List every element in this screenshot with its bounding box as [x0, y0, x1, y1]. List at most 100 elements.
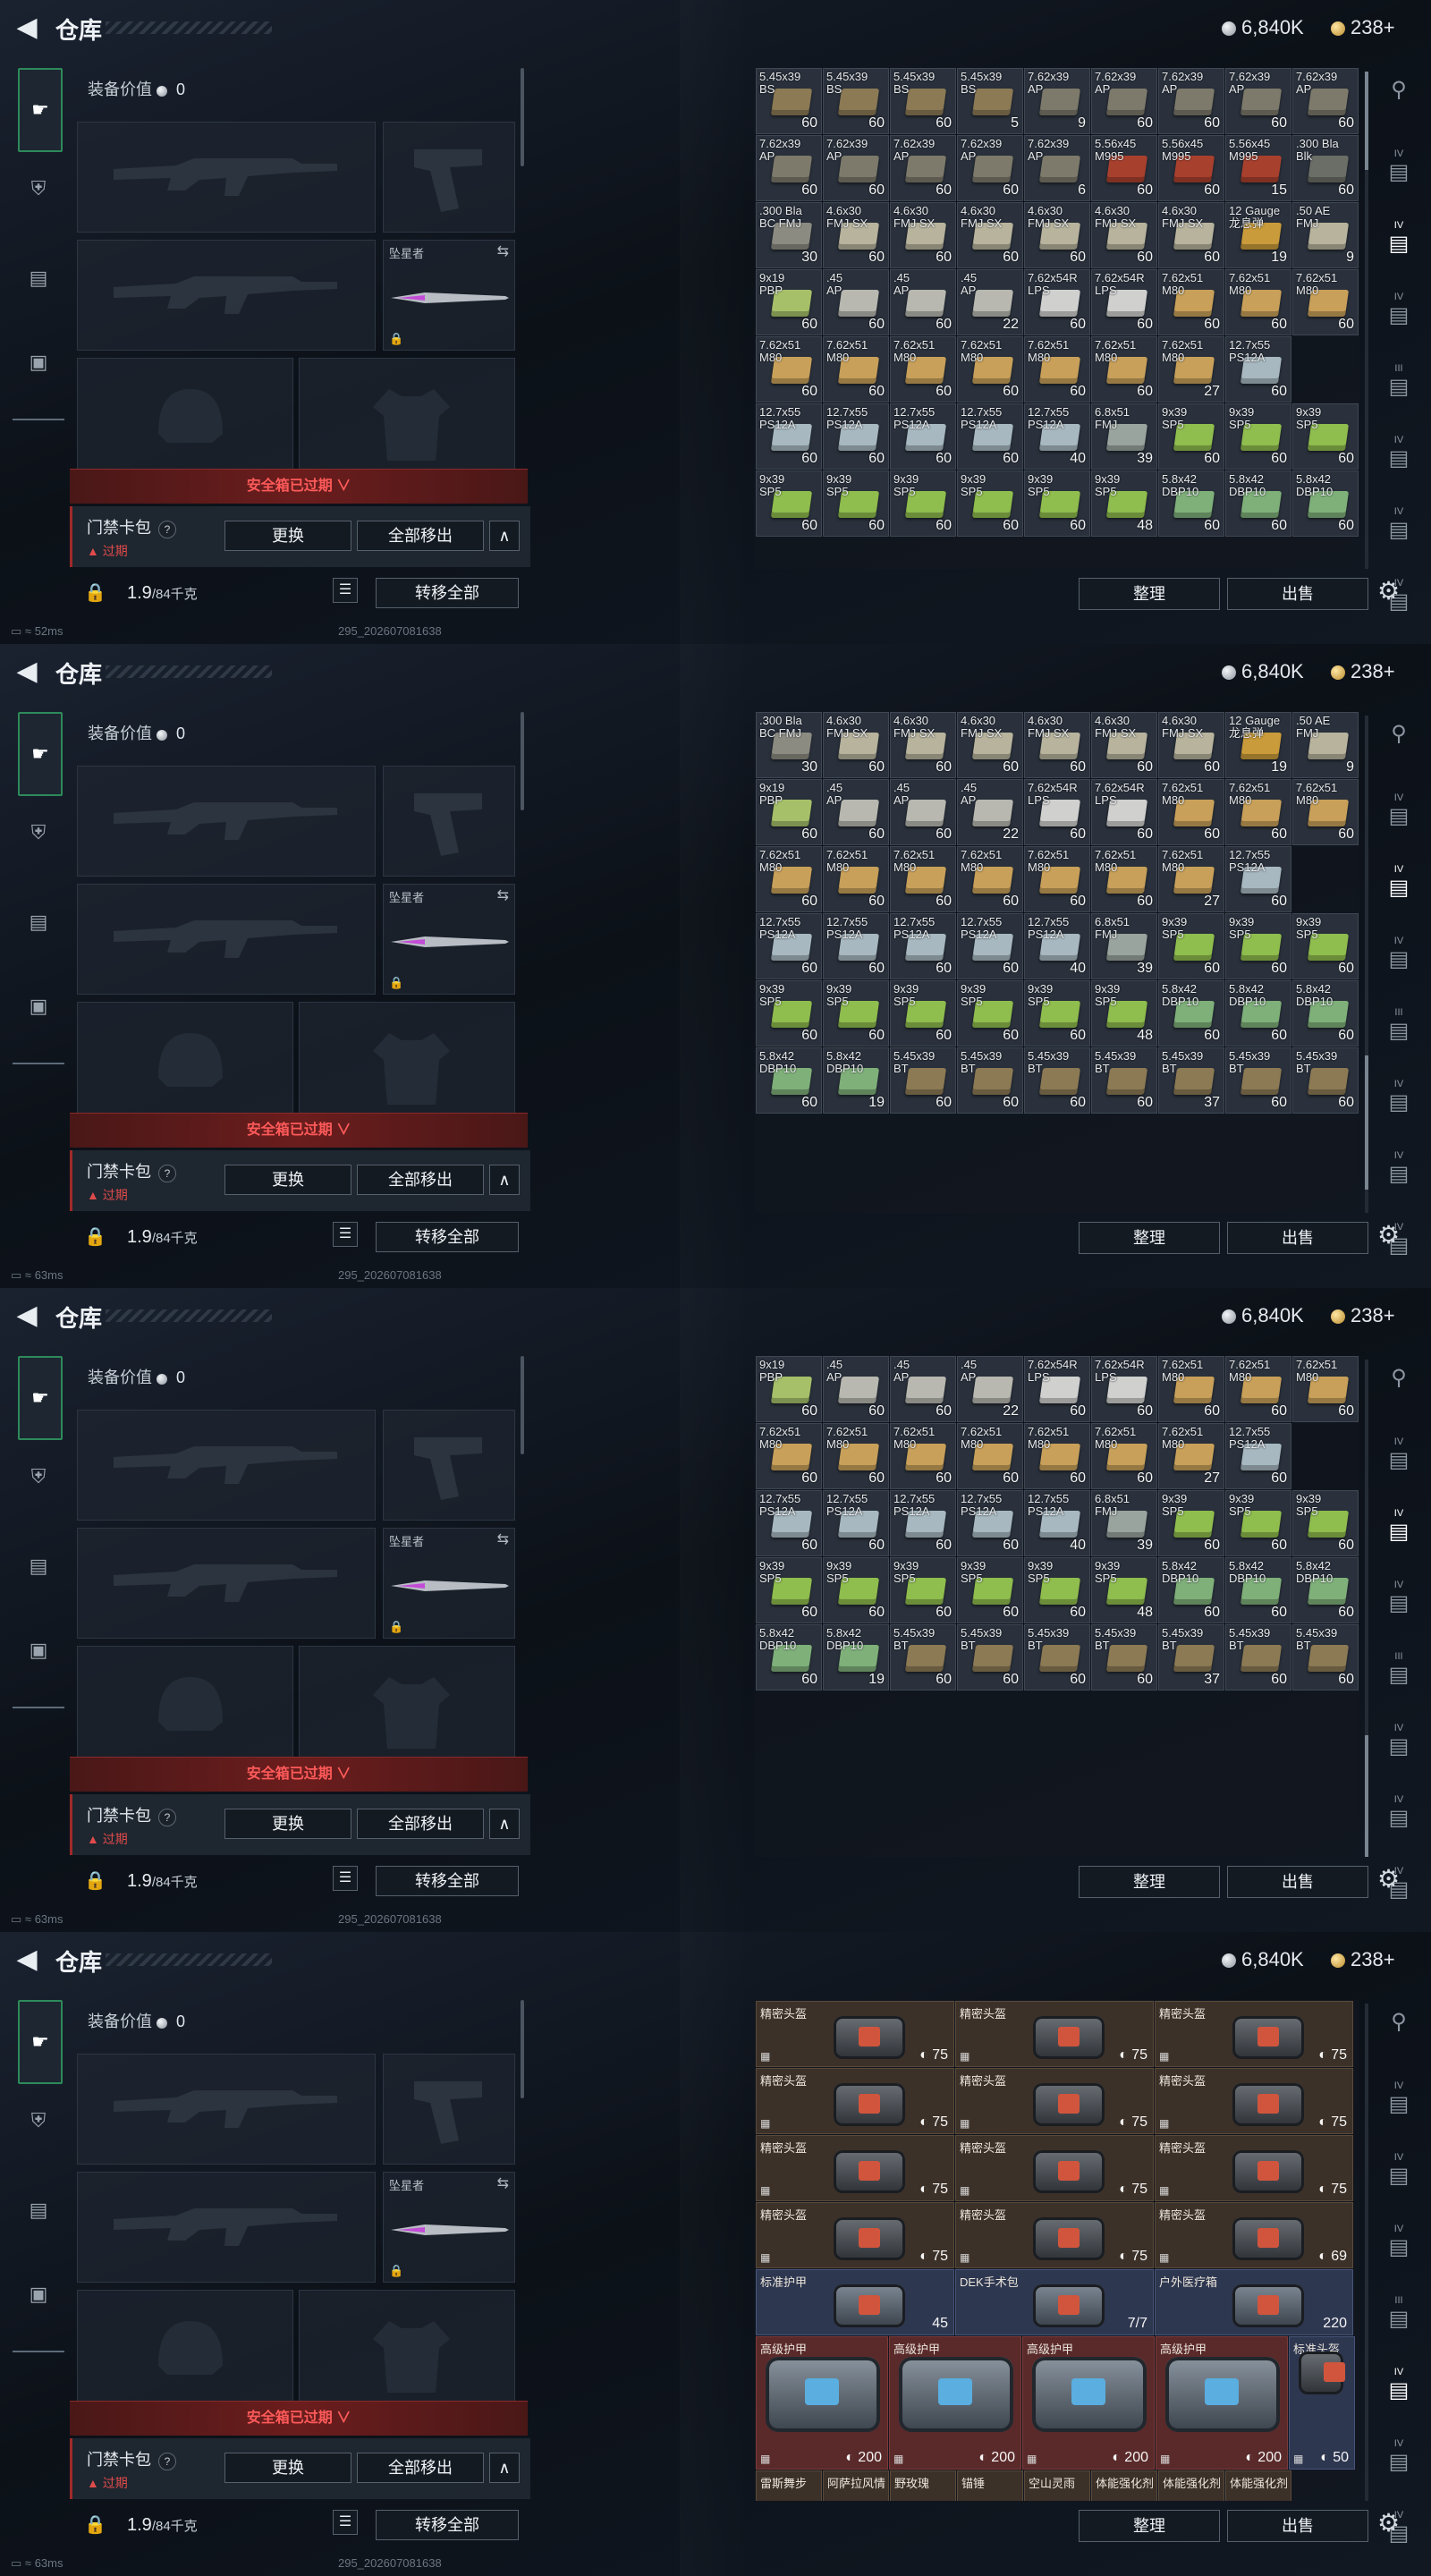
primary-weapon-slot[interactable] — [77, 122, 376, 233]
storage-page-tab[interactable]: IV ▤ — [1379, 1723, 1418, 1762]
consumable-item[interactable]: 阿萨拉风情 — [823, 2470, 889, 2501]
storage-page-tab[interactable]: IV ▤ — [1379, 1580, 1418, 1619]
ammo-item[interactable]: 7.62x54R LPS 60 — [1024, 1356, 1090, 1422]
ammo-item[interactable]: .45 AP 60 — [823, 269, 889, 335]
ammo-item[interactable]: 5.56x45 M995 60 — [1158, 135, 1224, 201]
briefcase-icon[interactable]: ▣ — [18, 986, 59, 1027]
ammo-item[interactable]: 5.45x39 BS 60 — [756, 68, 822, 134]
ammo-item[interactable]: 7.62x51 M80 60 — [890, 1423, 956, 1489]
ammo-item[interactable]: 5.8x42 DBP10 60 — [1292, 470, 1359, 537]
sort-button[interactable]: 整理 — [1079, 2510, 1220, 2542]
chevron-up-icon[interactable]: ∧ — [489, 521, 520, 551]
helmet-item[interactable]: 精密头盔 ▦ ◐ 75 — [955, 2068, 1154, 2134]
consumable-item[interactable]: 锚锤 — [957, 2470, 1023, 2501]
storage-page-tab[interactable]: III ▤ — [1379, 1007, 1418, 1046]
swap-button[interactable]: 更换 — [224, 2453, 351, 2483]
ammo-item[interactable]: 12.7x55 PS12A 60 — [1225, 336, 1291, 402]
storage-page-tab[interactable]: IV ▤ — [1379, 506, 1418, 546]
ammo-item[interactable]: 7.62x51 M80 60 — [823, 846, 889, 912]
ammo-item[interactable]: .45 AP 22 — [957, 269, 1023, 335]
melee-slot[interactable]: 坠星者 ⇆ 🔒 — [383, 2172, 515, 2283]
sidearm-slot[interactable] — [383, 122, 515, 233]
clipboard-icon[interactable]: ▤ — [18, 2190, 59, 2231]
melee-slot[interactable]: 坠星者 ⇆ 🔒 — [383, 884, 515, 995]
ammo-item[interactable]: 9x39 SP5 60 — [1158, 403, 1224, 470]
ammo-item[interactable]: 9x39 SP5 60 — [890, 470, 956, 537]
primary-weapon-slot[interactable] — [77, 766, 376, 877]
ammo-item[interactable]: 7.62x51 M80 60 — [1091, 846, 1157, 912]
ammo-item[interactable]: 9x19 PBP 60 — [756, 1356, 822, 1422]
ammo-item[interactable]: 9x39 SP5 60 — [756, 470, 822, 537]
ammo-item[interactable]: 7.62x51 M80 60 — [1225, 269, 1291, 335]
storage-page-tab[interactable]: IV ▤ — [1379, 2080, 1418, 2120]
ammo-item[interactable]: 7.62x51 M80 60 — [1292, 1356, 1359, 1422]
ammo-item[interactable]: 7.62x51 M80 27 — [1158, 846, 1224, 912]
swap-arrows-icon[interactable]: ⇆ — [497, 886, 509, 904]
ammo-item[interactable]: 6.8x51 FMJ 39 — [1091, 403, 1157, 470]
helmet-item[interactable]: 精密头盔 ▦ ◐ 75 — [756, 2001, 954, 2067]
storage-page-tab[interactable]: IV ▤ — [1379, 1508, 1418, 1547]
ammo-item[interactable]: 9x39 SP5 60 — [957, 470, 1023, 537]
primary-weapon-slot[interactable] — [77, 2054, 376, 2165]
storage-grid[interactable]: 5.45x39 BS605.45x39 BS605.45x39 BS605.45… — [755, 1356, 1359, 1857]
clipboard-icon[interactable]: ▤ — [18, 1546, 59, 1587]
gold-currency[interactable]: 238+ — [1331, 660, 1395, 683]
ammo-item[interactable]: 7.62x51 M80 60 — [1024, 1423, 1090, 1489]
helmet-item[interactable]: 精密头盔 ▦ ◐ 75 — [955, 2135, 1154, 2201]
helmet-item[interactable]: 精密头盔 ▦ ◐ 75 — [756, 2068, 954, 2134]
list-icon[interactable]: ☰ — [333, 578, 358, 603]
ammo-item[interactable]: 9x39 SP5 60 — [1225, 913, 1291, 979]
ammo-item[interactable]: 7.62x54R LPS 60 — [1024, 269, 1090, 335]
ammo-item[interactable]: 7.62x51 M80 60 — [1024, 846, 1090, 912]
ammo-item[interactable]: 5.45x39 BT 60 — [1091, 1624, 1157, 1690]
ammo-item[interactable]: 4.6x30 FMJ SX 60 — [1158, 712, 1224, 778]
ammo-item[interactable]: 5.45x39 BT 37 — [1158, 1624, 1224, 1690]
ammo-item[interactable]: 12.7x55 PS12A 60 — [957, 1490, 1023, 1556]
ammo-item[interactable]: 9x19 PBP 60 — [756, 779, 822, 845]
ammo-item[interactable]: 5.8x42 DBP10 60 — [1158, 470, 1224, 537]
equipment-scrollbar[interactable] — [521, 2000, 524, 2098]
sell-button[interactable]: 出售 — [1227, 2510, 1368, 2542]
transfer-all-button[interactable]: 转移全部 — [376, 1222, 519, 1252]
move-all-out-button[interactable]: 全部移出 — [357, 1809, 484, 1839]
consumable-item[interactable]: 雷斯舞步 — [756, 2470, 822, 2501]
ammo-item[interactable]: 5.45x39 BT 60 — [957, 1624, 1023, 1690]
ammo-item[interactable]: 5.45x39 BT 60 — [1292, 1624, 1359, 1690]
armor-item[interactable]: 高级护甲 ▦ ◐ 200 — [1022, 2336, 1155, 2470]
secondary-weapon-slot[interactable] — [77, 1528, 376, 1639]
ammo-item[interactable]: 5.8x42 DBP10 60 — [1225, 980, 1291, 1046]
help-icon[interactable]: ? — [158, 1165, 176, 1182]
ammo-item[interactable]: 12 Gauge 龙息弹 19 — [1225, 202, 1291, 268]
ammo-item[interactable]: 5.45x39 BS 60 — [823, 68, 889, 134]
ammo-item[interactable]: 4.6x30 FMJ SX 60 — [957, 202, 1023, 268]
sort-button[interactable]: 整理 — [1079, 1866, 1220, 1898]
ammo-item[interactable]: 7.62x51 M80 60 — [1225, 779, 1291, 845]
ammo-item[interactable]: 9x39 SP5 60 — [1225, 403, 1291, 470]
gear-icon[interactable]: ⚙ — [1377, 2508, 1400, 2538]
sell-button[interactable]: 出售 — [1227, 1222, 1368, 1254]
ammo-item[interactable]: 4.6x30 FMJ SX 60 — [823, 712, 889, 778]
ammo-item[interactable]: 7.62x39 AP 60 — [1091, 68, 1157, 134]
ammo-item[interactable]: 9x39 SP5 60 — [1158, 913, 1224, 979]
move-all-out-button[interactable]: 全部移出 — [357, 1165, 484, 1195]
ammo-item[interactable]: 9x39 SP5 60 — [957, 1557, 1023, 1623]
ammo-item[interactable]: 7.62x51 M80 60 — [756, 1423, 822, 1489]
ammo-item[interactable]: 5.45x39 BT 60 — [890, 1624, 956, 1690]
armor-item[interactable]: 高级护甲 ▦ ◐ 200 — [756, 2336, 888, 2470]
ammo-item[interactable]: 5.45x39 BT 60 — [957, 1047, 1023, 1114]
storage-page-tab[interactable]: IV ▤ — [1379, 2152, 1418, 2191]
body-armor-slot[interactable] — [299, 1646, 515, 1773]
ammo-item[interactable]: 9x39 SP5 60 — [1292, 1490, 1359, 1556]
sort-button[interactable]: 整理 — [1079, 578, 1220, 610]
ammo-item[interactable]: 9x39 SP5 60 — [756, 980, 822, 1046]
clipboard-icon[interactable]: ▤ — [18, 902, 59, 943]
ammo-item[interactable]: .45 AP 22 — [957, 779, 1023, 845]
gun-icon[interactable]: ☛ — [18, 2000, 63, 2084]
equipment-scrollbar[interactable] — [521, 68, 524, 166]
ammo-item[interactable]: 7.62x54R LPS 60 — [1091, 779, 1157, 845]
storage-page-tab[interactable]: IV ▤ — [1379, 292, 1418, 331]
storage-page-tab[interactable]: IV ▤ — [1379, 1794, 1418, 1834]
ammo-item[interactable]: 9x39 SP5 60 — [823, 470, 889, 537]
ammo-item[interactable]: .45 AP 60 — [890, 1356, 956, 1422]
ammo-item[interactable]: 5.45x39 BT 60 — [1292, 1047, 1359, 1114]
